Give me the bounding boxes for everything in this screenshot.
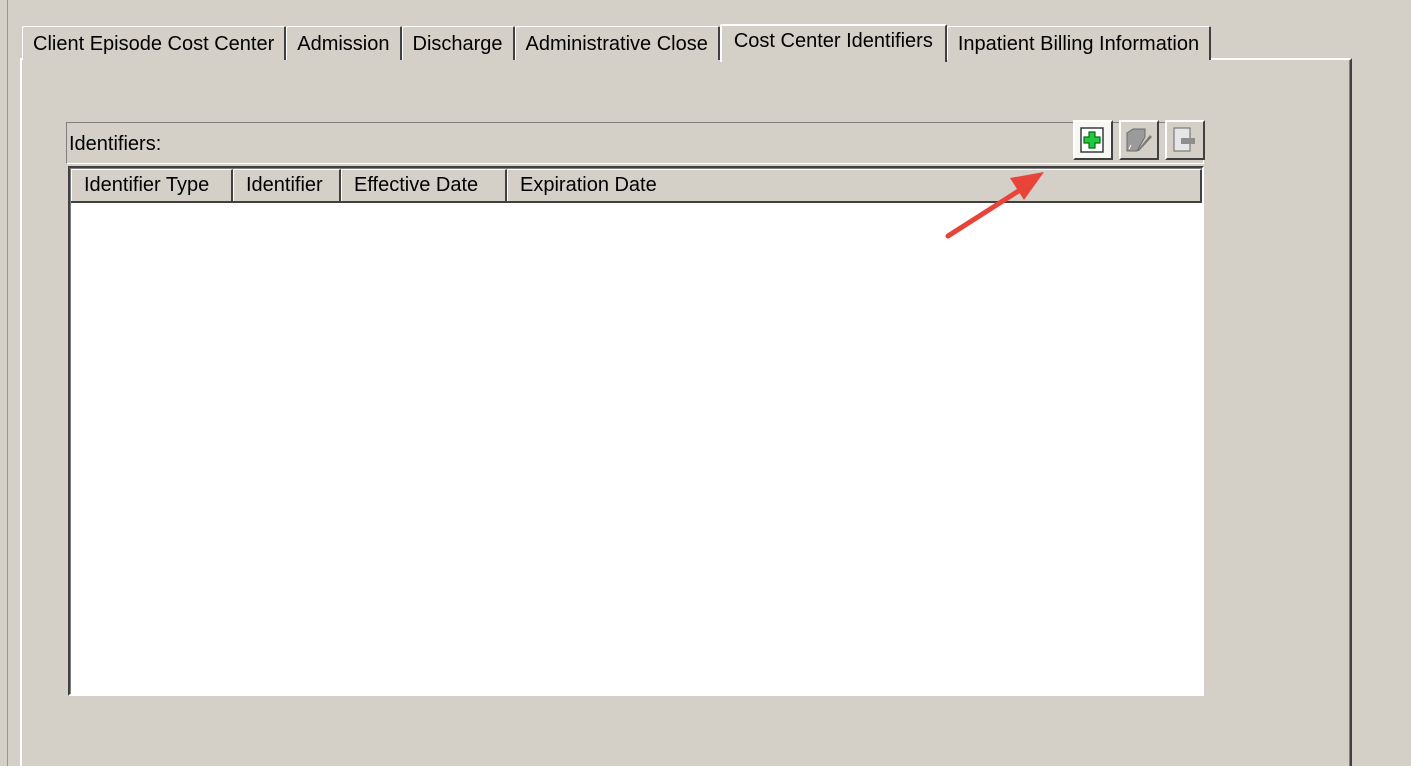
- tab-inpatient-billing-information[interactable]: Inpatient Billing Information: [946, 26, 1212, 60]
- grid-frame: Identifier Type Identifier Effective Dat…: [70, 168, 1202, 694]
- window: Client Episode Cost Center Admission Dis…: [0, 0, 1411, 766]
- add-icon: [1080, 127, 1104, 153]
- column-header-expiration-date[interactable]: Expiration Date: [507, 169, 1202, 201]
- tab-label: Client Episode Cost Center: [33, 32, 275, 55]
- remove-identifier-button[interactable]: [1165, 120, 1205, 160]
- tab-label: Discharge: [412, 32, 503, 55]
- remove-icon: [1173, 127, 1195, 152]
- identifiers-label: Identifiers:: [69, 133, 162, 155]
- grid-header: Identifier Type Identifier Effective Dat…: [71, 169, 1202, 203]
- identifiers-header: Identifiers:: [66, 120, 1205, 164]
- edit-identifier-button[interactable]: [1119, 120, 1159, 160]
- add-identifier-button[interactable]: [1073, 120, 1113, 160]
- column-header-effective-date[interactable]: Effective Date: [341, 169, 507, 201]
- tab-label: Cost Center Identifiers: [733, 30, 933, 52]
- tab-admission[interactable]: Admission: [286, 26, 402, 60]
- tab-cost-center-identifiers[interactable]: Cost Center Identifiers: [719, 24, 947, 62]
- tabstrip: Client Episode Cost Center Admission Dis…: [22, 22, 1212, 62]
- tab-label: Inpatient Billing Information: [957, 32, 1200, 55]
- column-header-identifier-type[interactable]: Identifier Type: [71, 169, 233, 201]
- grid-body[interactable]: [71, 203, 1202, 694]
- tab-administrative-close[interactable]: Administrative Close: [514, 26, 720, 60]
- column-header-label: Identifier: [246, 174, 323, 196]
- column-header-identifier[interactable]: Identifier: [233, 169, 341, 201]
- column-header-label: Identifier Type: [84, 174, 210, 196]
- tab-label: Admission: [297, 32, 390, 55]
- tab-label: Administrative Close: [525, 32, 708, 55]
- tab-discharge[interactable]: Discharge: [401, 26, 515, 60]
- edit-icon: [1126, 128, 1152, 152]
- tab-client-episode-cost-center[interactable]: Client Episode Cost Center: [22, 26, 287, 60]
- identifiers-grid[interactable]: Identifier Type Identifier Effective Dat…: [68, 166, 1204, 696]
- identifiers-toolbar: [1073, 120, 1205, 160]
- window-edge: [7, 0, 8, 766]
- column-header-label: Effective Date: [354, 174, 479, 196]
- column-header-label: Expiration Date: [520, 174, 657, 196]
